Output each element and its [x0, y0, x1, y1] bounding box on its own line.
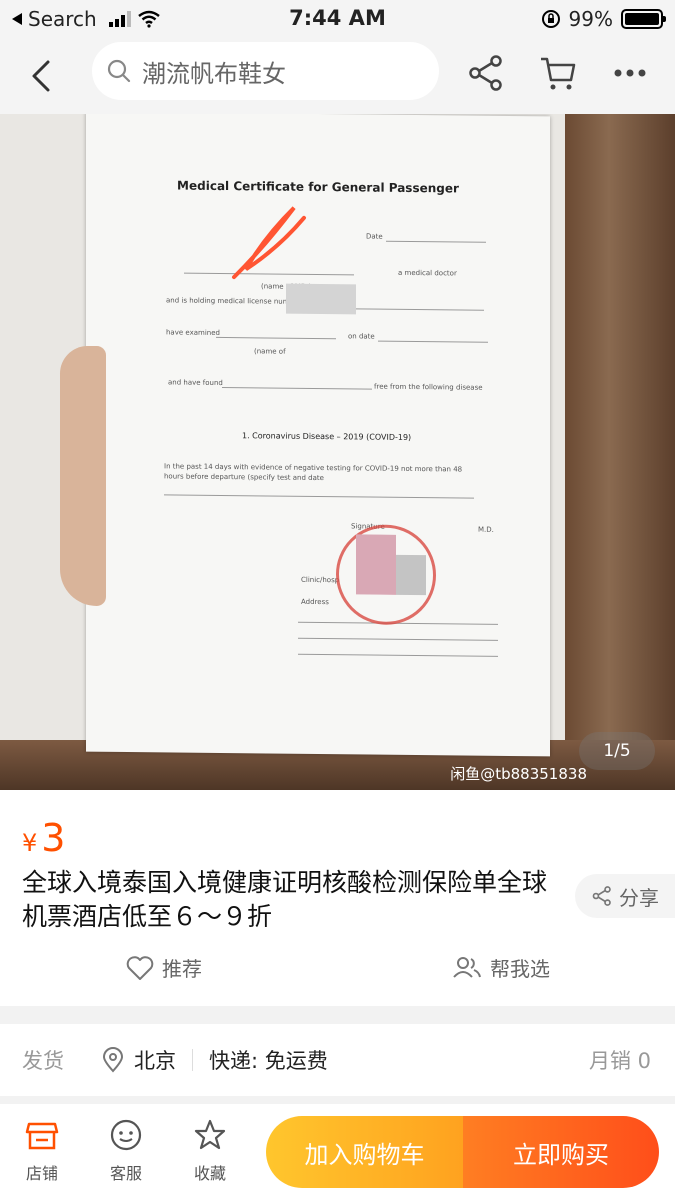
doc-clinic-label: Clinic/hosp	[301, 575, 340, 585]
doc-past14-line-a: In the past 14 days with evidence of neg…	[164, 462, 463, 474]
doc-name-of: (name of	[254, 347, 286, 356]
table-background	[565, 114, 675, 790]
nav-bar: 潮流帆布鞋女	[0, 38, 675, 114]
recommend-label: 推荐	[162, 957, 202, 981]
battery-icon	[621, 9, 666, 29]
favorite-tab[interactable]: 收藏	[180, 1118, 240, 1184]
divider	[192, 1049, 193, 1071]
star-icon	[194, 1119, 226, 1150]
certificate-title: Medical Certificate for General Passenge…	[177, 178, 459, 196]
doc-on-date-label: on date	[348, 332, 375, 341]
doc-examined-label: have examined	[166, 328, 220, 337]
share-button[interactable]: 分享	[575, 874, 675, 918]
hand	[60, 346, 106, 606]
product-info: ¥ 3 全球入境泰国入境健康证明核酸检测保险单全球机票酒店低至６～９折 分享 推…	[0, 790, 675, 1006]
shop-label: 店铺	[25, 1164, 58, 1183]
heart-icon	[126, 955, 154, 980]
search-placeholder: 潮流帆布鞋女	[142, 59, 286, 88]
help-choose-label: 帮我选	[490, 957, 550, 981]
doc-medical-doctor: a medical doctor	[398, 268, 457, 278]
buy-now-button[interactable]: 立即购买	[463, 1116, 659, 1188]
store-icon	[25, 1122, 59, 1150]
search-input[interactable]: 潮流帆布鞋女	[92, 42, 439, 100]
help-choose-button[interactable]: 帮我选	[452, 953, 550, 982]
search-icon	[107, 59, 131, 83]
share-icon	[592, 886, 611, 906]
bottom-action-bar: 店铺 客服 收藏 加入购物车 立即购买	[0, 1104, 675, 1200]
red-scribble-mark	[232, 206, 306, 280]
price: ¥ 3	[22, 816, 65, 860]
shipping-info: 快递: 免运费	[209, 1049, 328, 1073]
more-icon[interactable]	[610, 53, 650, 93]
watermark: 闲鱼@tb88351838	[450, 765, 587, 783]
delivery-label: 发货	[22, 1049, 64, 1073]
monthly-sales: 月销 0	[588, 1049, 651, 1073]
currency-symbol: ¥	[22, 829, 38, 857]
cart-icon[interactable]	[538, 53, 578, 93]
status-bar: Search 7:44 AM 99%	[0, 0, 675, 38]
doc-address-label: Address	[301, 597, 329, 607]
back-icon[interactable]	[22, 56, 62, 96]
product-title: 全球入境泰国入境健康证明核酸检测保险单全球机票酒店低至６～９折	[22, 868, 548, 931]
doc-date-label: Date	[366, 232, 383, 241]
doc-disease-line: 1. Coronavirus Disease – 2019 (COVID-19)	[242, 431, 412, 442]
customer-service-tab[interactable]: 客服	[96, 1118, 156, 1184]
favorite-label: 收藏	[193, 1164, 226, 1183]
customer-service-label: 客服	[109, 1164, 142, 1183]
page-indicator: 1/5	[579, 732, 655, 770]
purchase-buttons: 加入购物车 立即购买	[266, 1116, 659, 1188]
orientation-lock-icon	[541, 10, 560, 28]
add-to-cart-button[interactable]: 加入购物车	[266, 1116, 463, 1188]
doc-found-label: and have found	[168, 378, 223, 388]
share-icon[interactable]	[466, 53, 506, 93]
price-amount: 3	[41, 816, 66, 860]
shop-tab[interactable]: 店铺	[12, 1118, 72, 1184]
doc-free-from: free from the following disease	[374, 382, 483, 392]
recommend-button[interactable]: 推荐	[126, 953, 202, 982]
chat-face-icon	[110, 1119, 142, 1151]
product-image-gallery[interactable]: Medical Certificate for General Passenge…	[0, 114, 675, 790]
location-pin-icon	[102, 1047, 124, 1073]
share-label: 分享	[619, 885, 659, 910]
doc-license-label: and is holding medical license number	[166, 296, 302, 306]
delivery-row[interactable]: 发货 北京 快递: 免运费 月销 0	[0, 1024, 675, 1096]
doc-past14-line-b: hours before departure (specify test and…	[164, 472, 324, 483]
certificate-photo: Medical Certificate for General Passenge…	[86, 114, 550, 757]
people-icon	[453, 956, 481, 978]
delivery-location: 北京	[134, 1049, 176, 1073]
doc-md-label: M.D.	[478, 525, 494, 534]
battery-percent: 99%	[568, 7, 613, 31]
